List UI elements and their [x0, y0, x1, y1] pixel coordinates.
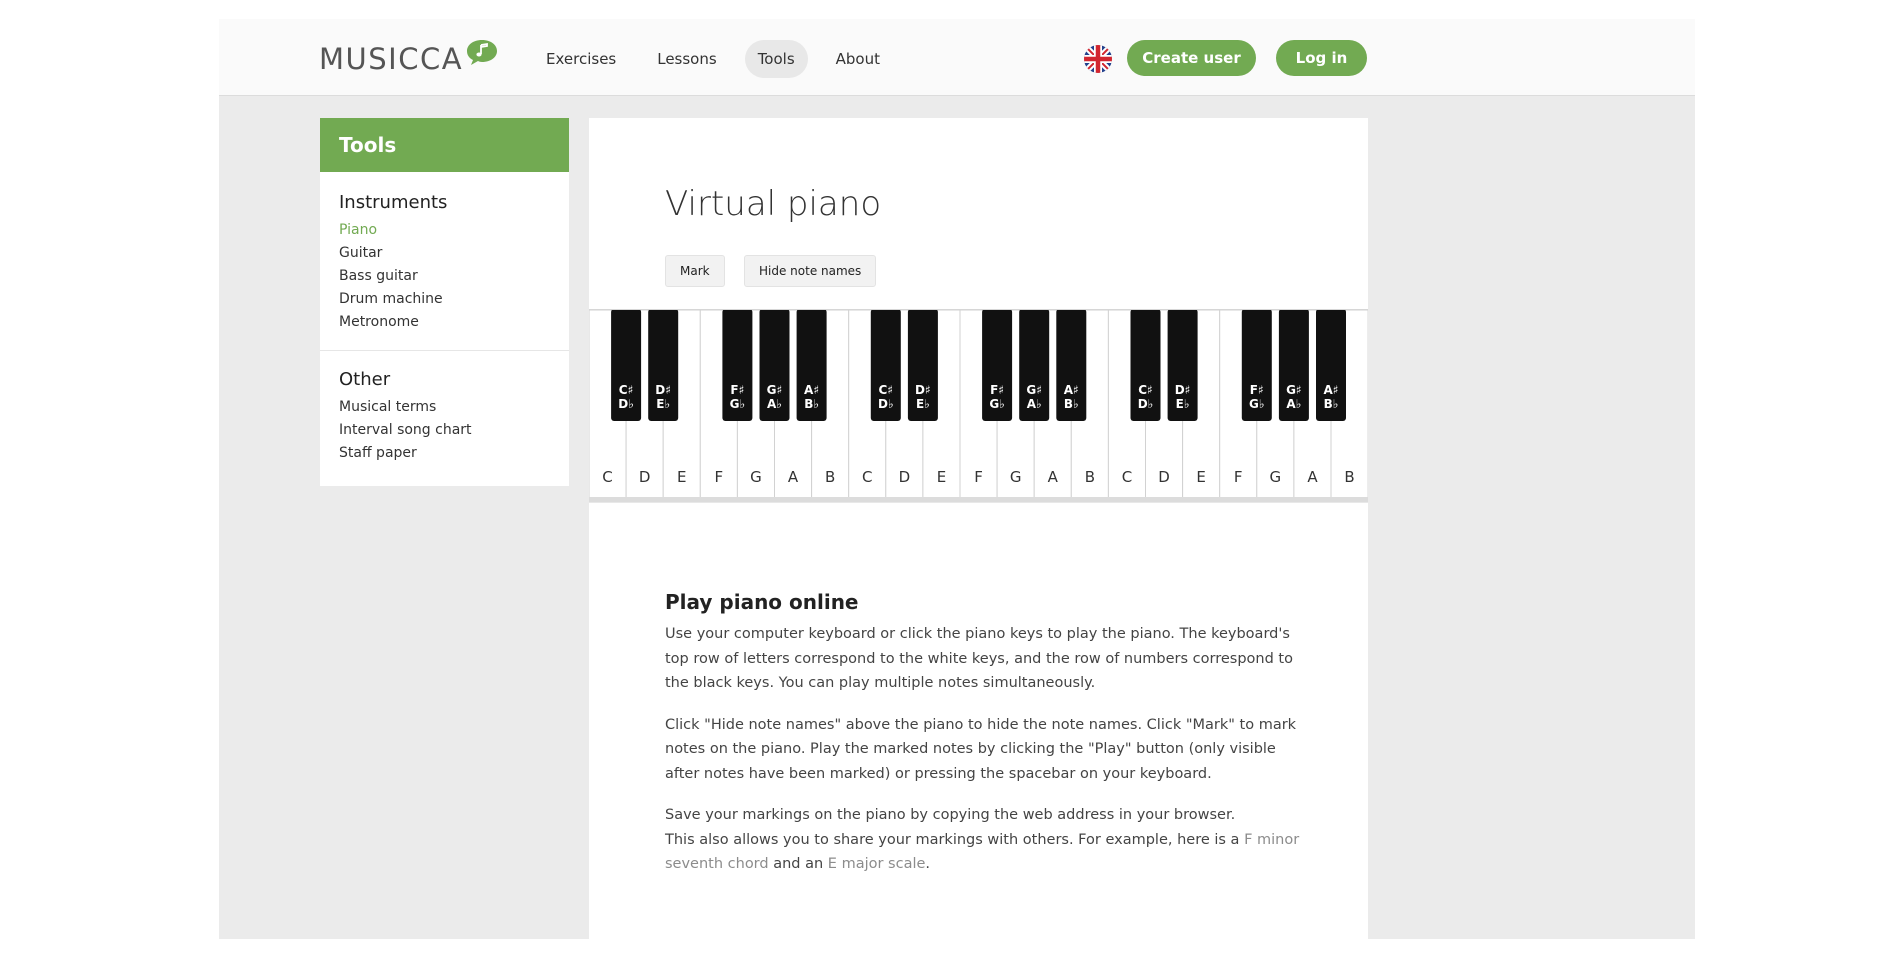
black-key-sharp-label: D♯ — [1175, 383, 1191, 397]
other-heading: Other — [339, 369, 391, 390]
white-key-label: B — [1085, 468, 1095, 486]
white-key-label: E — [937, 468, 946, 486]
black-key-flat-label: B♭ — [804, 397, 819, 411]
white-key-label: G — [1010, 468, 1022, 486]
login-button[interactable]: Log in — [1276, 40, 1367, 76]
white-key-label: A — [1307, 468, 1318, 486]
top-navigation-bar: MUSICCA Exercises Lessons Tools About Cr… — [219, 19, 1695, 96]
black-key-flat-label: D♭ — [618, 397, 634, 411]
black-key-flat-label: D♭ — [1138, 397, 1154, 411]
sidebar-item-drum-machine[interactable]: Drum machine — [339, 288, 550, 311]
logo-text: MUSICCA — [319, 42, 464, 76]
logo[interactable]: MUSICCA — [319, 39, 499, 79]
black-key-flat-label: B♭ — [1064, 397, 1079, 411]
black-key-sharp-label: F♯ — [730, 383, 744, 397]
white-key-label: D — [639, 468, 651, 486]
white-key-label: A — [1048, 468, 1059, 486]
sidebar-title: Tools — [320, 118, 569, 172]
white-key-label: G — [750, 468, 762, 486]
nav-lessons[interactable]: Lessons — [644, 40, 729, 78]
piano-keys-svg: C D E F G A B C D E F G A B C D E F G A BC♯D♭D♯E♭F♯G♭G♯A♭A♯B… — [589, 310, 1368, 503]
tools-sidebar: Tools Instruments Piano Guitar Bass guit… — [320, 118, 569, 486]
article-paragraph-1: Use your computer keyboard or click the … — [665, 626, 1293, 691]
paragraph-3-mid: and an — [768, 856, 828, 872]
nav-about[interactable]: About — [823, 40, 893, 78]
sidebar-item-staff-paper[interactable]: Staff paper — [339, 442, 550, 465]
article-paragraph-3: Save your markings on the piano by copyi… — [665, 803, 1305, 877]
black-key-sharp-label: A♯ — [804, 383, 819, 397]
mark-button[interactable]: Mark — [665, 255, 725, 287]
white-key-label: E — [1196, 468, 1205, 486]
uk-flag-icon[interactable] — [1084, 45, 1112, 73]
black-key-sharp-label: F♯ — [1250, 383, 1264, 397]
sidebar-item-bass-guitar[interactable]: Bass guitar — [339, 265, 550, 288]
black-key-flat-label: A♭ — [1027, 397, 1042, 411]
white-key-label: B — [825, 468, 835, 486]
black-key-sharp-label: C♯ — [619, 383, 634, 397]
main-content: Virtual piano Mark Hide note names C D E F G… — [589, 118, 1368, 939]
black-key-sharp-label: F♯ — [990, 383, 1004, 397]
black-key-flat-label: G♭ — [989, 397, 1005, 411]
white-key-label: C — [1122, 468, 1132, 486]
black-key-flat-label: B♭ — [1324, 397, 1339, 411]
black-key-sharp-label: A♯ — [1064, 383, 1079, 397]
keyboard-bottom-edge — [589, 497, 1368, 502]
white-key-label: F — [974, 468, 983, 486]
other-section: Other Musical terms Interval song chart … — [320, 351, 569, 465]
white-key-label: C — [862, 468, 872, 486]
page-title: Virtual piano — [665, 184, 882, 224]
black-key-flat-label: G♭ — [730, 397, 746, 411]
article-heading: Play piano online — [665, 590, 859, 614]
black-key-flat-label: D♭ — [878, 397, 894, 411]
black-key-flat-label: E♭ — [1176, 397, 1190, 411]
nav-exercises[interactable]: Exercises — [533, 40, 629, 78]
paragraph-3-line-2: This also allows you to share your marki… — [665, 831, 1245, 848]
black-key-sharp-label: C♯ — [1138, 383, 1153, 397]
white-key-label: F — [715, 468, 724, 486]
white-key-label: F — [1234, 468, 1243, 486]
speech-bubble-note-icon — [467, 40, 498, 65]
paragraph-3-line-1: Save your markings on the piano by copyi… — [665, 807, 1236, 823]
article-paragraph-2: Click "Hide note names" above the piano … — [665, 716, 1297, 782]
paragraph-3-suffix: . — [925, 856, 931, 872]
hide-note-names-button[interactable]: Hide note names — [744, 255, 877, 287]
black-key-flat-label: G♭ — [1249, 397, 1265, 411]
white-key-label: G — [1270, 468, 1282, 486]
sidebar-item-piano[interactable]: Piano — [339, 219, 550, 242]
instruments-section: Instruments Piano Guitar Bass guitar Dru… — [320, 172, 569, 334]
black-key-sharp-label: C♯ — [878, 383, 893, 397]
sidebar-item-guitar[interactable]: Guitar — [339, 242, 550, 265]
sidebar-item-musical-terms[interactable]: Musical terms — [339, 396, 550, 419]
white-key-label: E — [677, 468, 686, 486]
black-key-sharp-label: D♯ — [655, 383, 671, 397]
black-key-flat-label: A♭ — [1286, 397, 1301, 411]
black-key-sharp-label: G♯ — [1026, 383, 1042, 397]
white-key-label: C — [602, 468, 612, 486]
sidebar-item-metronome[interactable]: Metronome — [339, 311, 550, 334]
e-major-scale-link[interactable]: E major scale — [828, 856, 926, 872]
black-key-flat-label: A♭ — [767, 397, 782, 411]
sidebar-item-interval-song-chart[interactable]: Interval song chart — [339, 419, 550, 442]
black-key-flat-label: E♭ — [916, 397, 930, 411]
white-key-label: B — [1344, 468, 1354, 486]
create-user-button[interactable]: Create user — [1127, 40, 1256, 76]
black-key-sharp-label: A♯ — [1323, 383, 1338, 397]
piano-keyboard: C D E F G A B C D E F G A B C D E F G A B C♯ D♭ D♯ E♭ F♯ G♭ G♯ A♭ A♯ B… — [589, 309, 1368, 506]
main-nav: Exercises Lessons Tools About — [533, 40, 908, 78]
white-key-label: D — [1158, 468, 1170, 486]
black-key-sharp-label: G♯ — [1286, 383, 1302, 397]
article: Play piano online Use your computer keyb… — [665, 590, 1305, 894]
instruments-heading: Instruments — [339, 192, 448, 213]
black-key-sharp-label: D♯ — [915, 383, 931, 397]
black-key-sharp-label: G♯ — [767, 383, 783, 397]
browser-viewport: MUSICCA Exercises Lessons Tools About Cr… — [219, 19, 1695, 939]
black-key-flat-label: E♭ — [656, 397, 670, 411]
nav-tools[interactable]: Tools — [744, 40, 808, 78]
white-key-label: D — [899, 468, 911, 486]
white-key-label: A — [788, 468, 799, 486]
